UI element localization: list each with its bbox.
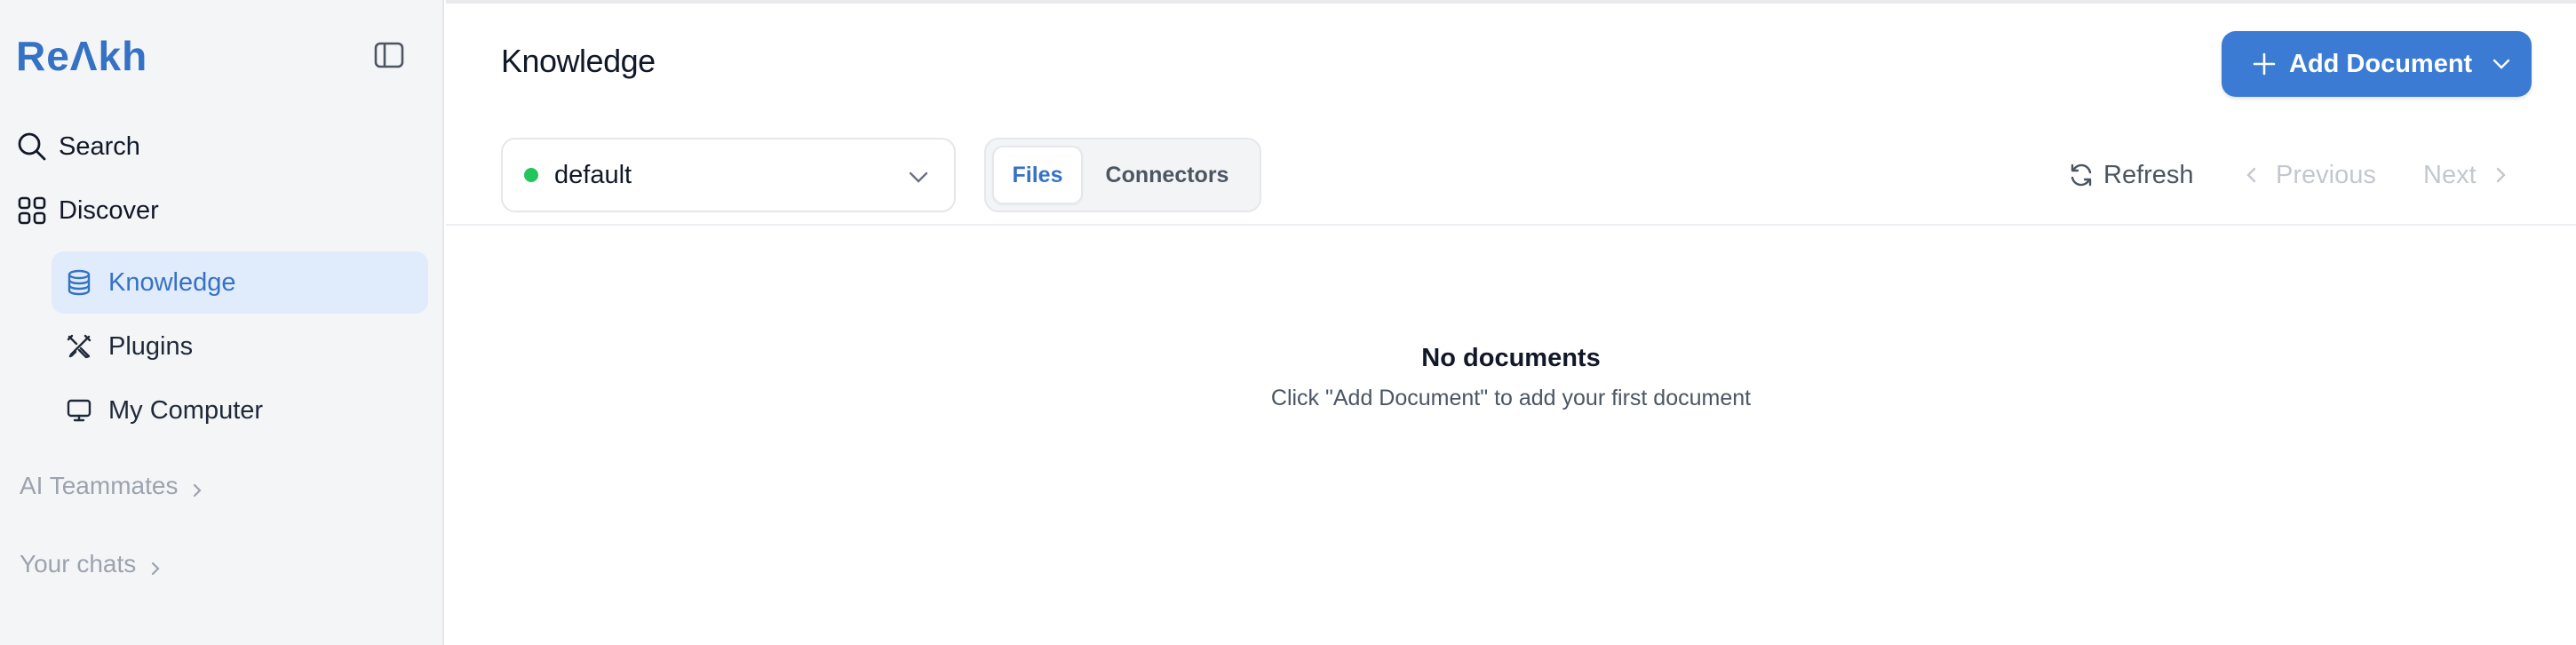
sidebar-item-knowledge[interactable]: Knowledge xyxy=(52,251,428,314)
knowledge-base-select[interactable]: default xyxy=(501,138,956,212)
plus-icon xyxy=(2252,52,2277,76)
chevron-right-icon xyxy=(147,555,164,576)
next-label: Next xyxy=(2423,160,2477,189)
status-dot xyxy=(524,168,538,182)
toolbar-divider xyxy=(446,224,2576,226)
sidebar-item-label: My Computer xyxy=(108,395,264,425)
search-icon xyxy=(16,131,48,163)
add-document-button[interactable]: Add Document xyxy=(2222,31,2532,97)
section-your-chats[interactable]: Your chats xyxy=(20,550,164,578)
grid-icon xyxy=(16,195,48,227)
main-content: Knowledge Add Document default Files Con… xyxy=(446,0,2576,645)
section-ai-teammates[interactable]: AI Teammates xyxy=(20,472,206,500)
database-icon xyxy=(64,267,94,298)
tab-files[interactable]: Files xyxy=(992,146,1083,204)
sidebar-toggle-icon[interactable] xyxy=(373,41,405,69)
sidebar-item-label: Knowledge xyxy=(108,267,236,297)
sidebar-item-label: Discover xyxy=(59,195,159,225)
chevron-left-icon xyxy=(2242,165,2262,185)
monitor-icon xyxy=(64,395,94,426)
sidebar-item-label: Search xyxy=(59,131,140,161)
knowledge-base-value: default xyxy=(554,160,632,189)
section-label: Your chats xyxy=(20,550,137,577)
sidebar: ReΛkh Search Discover Knowledge Plugins … xyxy=(0,0,444,645)
page-title: Knowledge xyxy=(501,43,656,79)
previous-label: Previous xyxy=(2276,160,2376,189)
view-tabs: Files Connectors xyxy=(984,138,1261,212)
empty-state-subtitle: Click "Add Document" to add your first d… xyxy=(1270,386,1752,410)
refresh-icon xyxy=(2068,162,2095,188)
chevron-down-icon xyxy=(906,164,931,189)
app-logo[interactable]: ReΛkh xyxy=(16,34,147,78)
sidebar-item-my-computer[interactable]: My Computer xyxy=(52,379,428,442)
section-label: AI Teammates xyxy=(20,472,179,499)
tab-connectors[interactable]: Connectors xyxy=(1083,146,1252,204)
sidebar-item-plugins[interactable]: Plugins xyxy=(52,315,428,378)
next-page-button[interactable]: Next xyxy=(2423,156,2510,194)
chevron-right-icon xyxy=(188,477,206,498)
refresh-label: Refresh xyxy=(2103,160,2194,189)
add-document-label: Add Document xyxy=(2289,49,2473,78)
previous-page-button[interactable]: Previous xyxy=(2242,156,2376,194)
tools-icon xyxy=(64,331,94,362)
refresh-button[interactable]: Refresh xyxy=(2068,156,2194,194)
empty-state-title: No documents xyxy=(1421,344,1601,372)
chevron-right-icon xyxy=(2491,165,2510,185)
sidebar-item-label: Plugins xyxy=(108,331,194,361)
chevron-down-icon xyxy=(2490,52,2513,76)
sidebar-item-search[interactable]: Search xyxy=(16,120,140,173)
sidebar-item-discover[interactable]: Discover xyxy=(16,184,159,237)
